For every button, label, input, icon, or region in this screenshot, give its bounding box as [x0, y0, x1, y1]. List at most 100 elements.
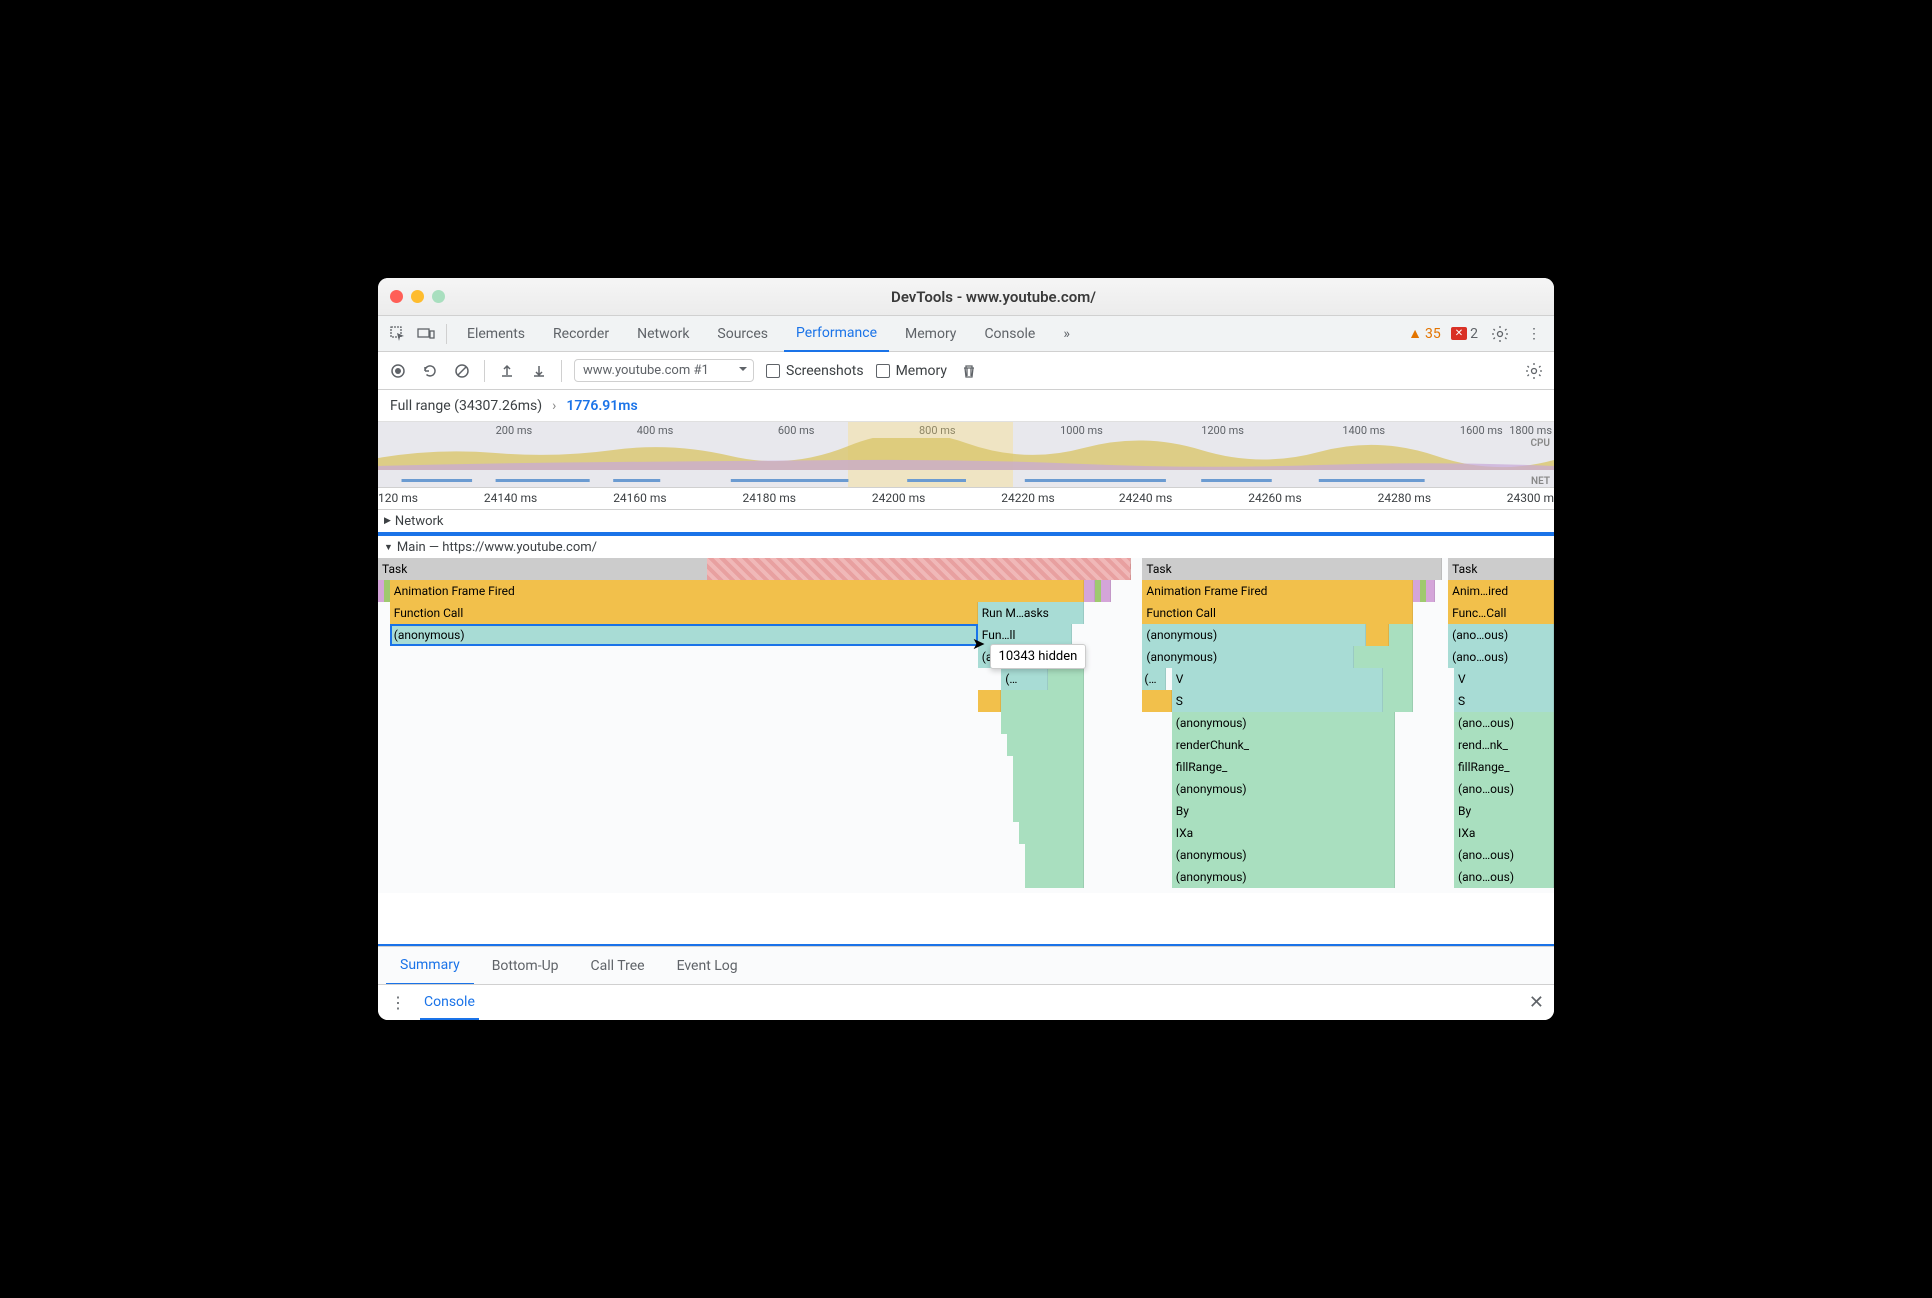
flame-slice[interactable] — [1025, 844, 1084, 866]
close-icon[interactable] — [390, 290, 403, 303]
flame-anoous[interactable]: (ano…ous) — [1454, 712, 1554, 734]
reload-icon[interactable] — [420, 361, 440, 381]
flame-fillrange[interactable]: fillRange_ — [1454, 756, 1554, 778]
network-label: Network — [395, 514, 444, 529]
flame-fillrange[interactable]: fillRange_ — [1172, 756, 1395, 778]
flame-slice[interactable] — [1001, 712, 1083, 734]
flame-animired[interactable]: Anim…ired — [1448, 580, 1554, 602]
flame-anon-selected[interactable]: (anonymous) — [390, 624, 978, 646]
tab-memory[interactable]: Memory — [893, 316, 968, 352]
flame-slice[interactable] — [978, 690, 1002, 712]
overview-panel[interactable]: 200 ms 400 ms 600 ms 800 ms 1000 ms 1200… — [378, 422, 1554, 488]
more-icon[interactable]: ⋮ — [1522, 322, 1546, 346]
flame-slice[interactable] — [1426, 580, 1435, 602]
flame-paren[interactable]: (… — [1142, 668, 1166, 690]
record-icon[interactable] — [388, 361, 408, 381]
clear-icon[interactable] — [452, 361, 472, 381]
drawer-console-tab[interactable]: Console — [420, 986, 479, 1020]
flame-slice[interactable] — [1013, 778, 1084, 800]
flame-anoous[interactable]: (ano…ous) — [1454, 778, 1554, 800]
flame-slice[interactable] — [1366, 624, 1390, 646]
flame-by[interactable]: By — [1454, 800, 1554, 822]
flame-runmicro[interactable]: Run M…asks — [978, 602, 1084, 624]
inspect-icon[interactable] — [386, 322, 410, 346]
tab-sources[interactable]: Sources — [705, 316, 780, 352]
flame-paren[interactable]: (… — [1001, 668, 1048, 690]
flame-fcall[interactable]: Function Call — [390, 602, 978, 624]
memory-checkbox[interactable]: Memory — [876, 363, 947, 379]
warnings-badge[interactable]: ▲35 — [1408, 325, 1441, 342]
flame-v[interactable]: V — [1172, 668, 1384, 690]
flame-fcall[interactable]: Function Call — [1142, 602, 1412, 624]
flame-slice[interactable] — [1013, 756, 1084, 778]
flame-anoous[interactable]: (ano…ous) — [1454, 866, 1554, 888]
errors-badge[interactable]: ✕2 — [1451, 326, 1478, 342]
flame-slice[interactable] — [1001, 690, 1083, 712]
flame-slice[interactable] — [1383, 668, 1412, 690]
flame-afire[interactable]: Animation Frame Fired — [390, 580, 1084, 602]
tab-network[interactable]: Network — [625, 316, 701, 352]
flame-task[interactable]: Task — [1448, 558, 1554, 580]
flame-slice[interactable] — [1007, 734, 1083, 756]
flame-slice[interactable] — [1101, 580, 1110, 602]
flame-anon[interactable]: (anonymous) — [1172, 712, 1395, 734]
flame-anon[interactable]: (anonymous) — [1172, 844, 1395, 866]
toolbar-settings-icon[interactable] — [1524, 361, 1544, 381]
flame-slice[interactable] — [1048, 668, 1083, 690]
flame-s[interactable]: S — [1454, 690, 1554, 712]
flame-v[interactable]: V — [1454, 668, 1554, 690]
flame-funccall[interactable]: Func…Call — [1448, 602, 1554, 624]
ov-tick: 1000 ms — [1060, 424, 1103, 437]
main-header[interactable]: ▼Main — https://www.youtube.com/ — [378, 536, 1554, 558]
profile-select[interactable]: www.youtube.com #1 — [574, 359, 754, 382]
download-icon[interactable] — [529, 361, 549, 381]
flame-rendnk[interactable]: rend…nk_ — [1454, 734, 1554, 756]
flame-anoous[interactable]: (ano…ous) — [1448, 624, 1554, 646]
flame-afire[interactable]: Animation Frame Fired — [1142, 580, 1412, 602]
flame-anon[interactable]: (anonymous) — [1172, 866, 1395, 888]
flame-slice[interactable] — [1019, 822, 1084, 844]
tab-console[interactable]: Console — [972, 316, 1047, 352]
gc-icon[interactable] — [959, 361, 979, 381]
flame-slice[interactable] — [1354, 646, 1413, 668]
device-icon[interactable] — [414, 322, 438, 346]
flame-funll[interactable]: Fun…ll — [978, 624, 1072, 646]
upload-icon[interactable] — [497, 361, 517, 381]
flame-slice[interactable] — [1389, 624, 1413, 646]
flame-slice[interactable] — [1084, 580, 1096, 602]
tab-performance[interactable]: Performance — [784, 316, 889, 352]
screenshots-checkbox[interactable]: Screenshots — [766, 363, 864, 379]
flame-s[interactable]: S — [1172, 690, 1384, 712]
range-full[interactable]: Full range (34307.26ms) — [390, 398, 542, 414]
flame-anoous[interactable]: (ano…ous) — [1454, 844, 1554, 866]
tab-elements[interactable]: Elements — [455, 316, 537, 352]
close-icon[interactable]: ✕ — [1529, 992, 1544, 1013]
tab-eventlog[interactable]: Event Log — [663, 947, 752, 985]
minimize-icon[interactable] — [411, 290, 424, 303]
flame-by[interactable]: By — [1172, 800, 1395, 822]
settings-icon[interactable] — [1488, 322, 1512, 346]
flame-task[interactable]: Task — [1142, 558, 1442, 580]
zoom-icon[interactable] — [432, 290, 445, 303]
flame-renderchunk[interactable]: renderChunk_ — [1172, 734, 1395, 756]
network-header[interactable]: ▶Network — [378, 510, 1554, 532]
flame-anoous[interactable]: (ano…ous) — [1448, 646, 1554, 668]
flame-slice[interactable] — [1025, 866, 1084, 888]
flame-slice[interactable] — [1383, 690, 1412, 712]
tabs-more-icon[interactable]: » — [1051, 316, 1082, 352]
tab-calltree[interactable]: Call Tree — [577, 947, 659, 985]
flame-anon[interactable]: (anonymous) — [1142, 624, 1365, 646]
tab-recorder[interactable]: Recorder — [541, 316, 621, 352]
tab-summary[interactable]: Summary — [386, 947, 474, 985]
range-selected[interactable]: 1776.91ms — [566, 398, 637, 414]
flame-chart[interactable]: Task Animation Frame Fired Function Call… — [378, 558, 1554, 893]
tab-bottomup[interactable]: Bottom-Up — [478, 947, 573, 985]
drawer-more-icon[interactable]: ⋮ — [388, 993, 408, 1013]
flame-slice[interactable] — [1013, 800, 1084, 822]
flame-slice[interactable] — [1142, 690, 1171, 712]
flame-ixa[interactable]: IXa — [1172, 822, 1395, 844]
flame-ixa[interactable]: IXa — [1454, 822, 1554, 844]
network-section: ▶Network — [378, 510, 1554, 534]
flame-anon[interactable]: (anonymous) — [1172, 778, 1395, 800]
flame-anon[interactable]: (anonymous) — [1142, 646, 1354, 668]
